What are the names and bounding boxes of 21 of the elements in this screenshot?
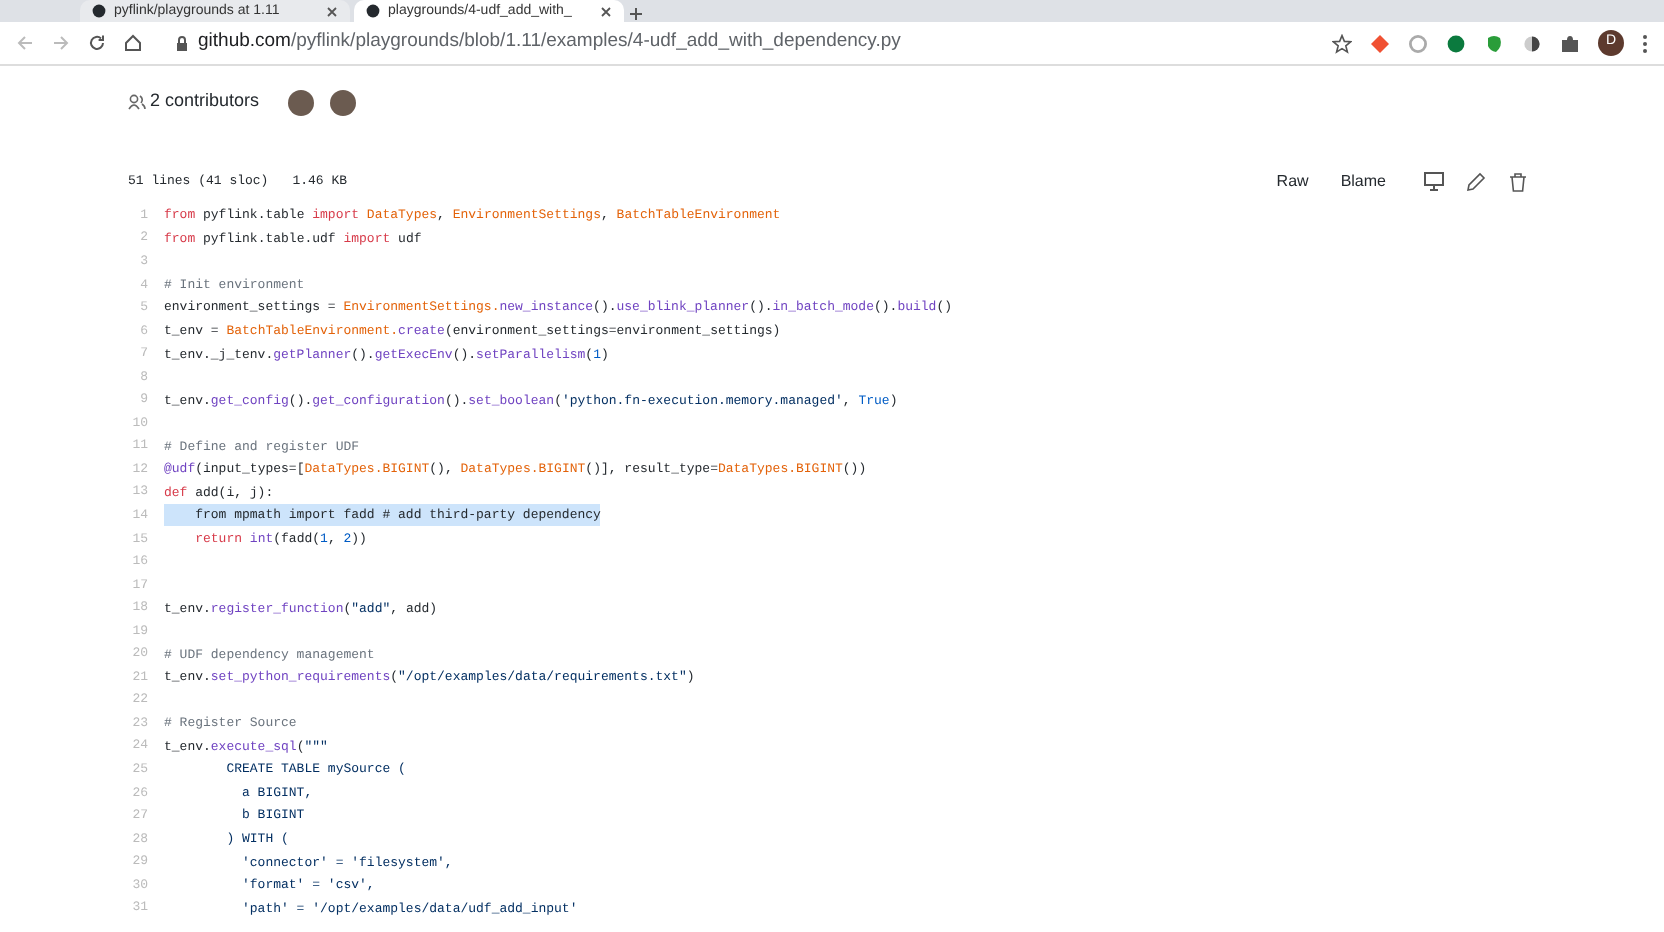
contributors-link[interactable]: 2 contributors [150, 88, 260, 116]
home-icon[interactable] [124, 34, 142, 52]
star-icon[interactable] [1332, 33, 1352, 53]
circle-icon[interactable] [1446, 33, 1466, 53]
reload-icon[interactable] [88, 34, 106, 52]
url-text[interactable]: github.com/pyflink/playgrounds/blob/1.11/examples/4-udf_add_with_dependency.py [198, 28, 1314, 58]
lock-icon [176, 35, 188, 51]
diamond-icon[interactable] [1370, 33, 1390, 53]
menu-icon[interactable] [1642, 33, 1648, 53]
close-icon[interactable] [326, 5, 338, 17]
pencil-icon[interactable] [1466, 172, 1486, 192]
close-icon[interactable] [600, 5, 612, 17]
file-action-button[interactable]: Raw [1260, 170, 1325, 194]
people-icon [128, 94, 146, 110]
file-action-button[interactable]: Blame [1324, 170, 1402, 194]
avatar-placeholder[interactable] [329, 89, 356, 115]
new-tab-icon[interactable] [628, 6, 644, 22]
avatar-placeholder[interactable] [287, 89, 314, 115]
trash-icon[interactable] [1508, 172, 1528, 192]
display-icon[interactable] [1424, 172, 1444, 192]
half-circle-icon[interactable] [1522, 33, 1542, 53]
